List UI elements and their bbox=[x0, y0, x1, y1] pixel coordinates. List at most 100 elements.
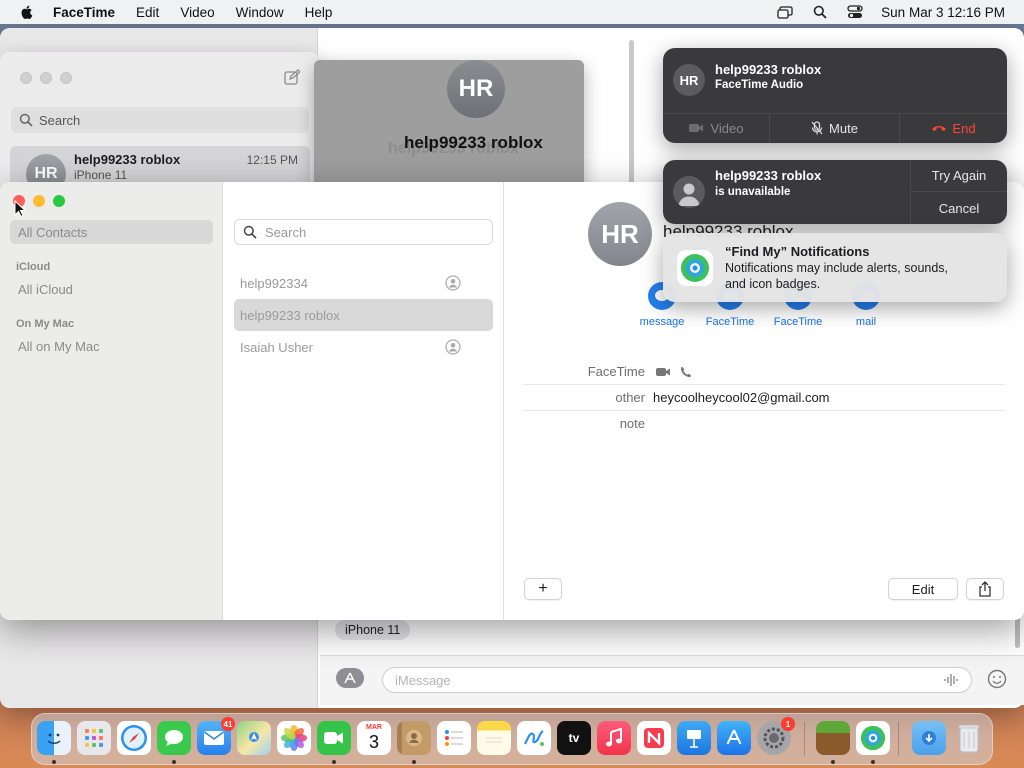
call-notification-title: help99233 roblox bbox=[715, 62, 822, 77]
cancel-button[interactable]: Cancel bbox=[910, 192, 1007, 224]
menu-edit[interactable]: Edit bbox=[136, 5, 159, 20]
menu-clock[interactable]: Sun Mar 3 12:16 PM bbox=[881, 5, 1005, 20]
contacts-sidebar: All Contacts iCloud All iCloud On My Mac… bbox=[0, 182, 223, 620]
freeform-icon[interactable] bbox=[517, 721, 551, 755]
calendar-month: MAR bbox=[366, 724, 382, 731]
audio-waveform-icon[interactable] bbox=[943, 673, 959, 687]
music-icon[interactable] bbox=[597, 721, 631, 755]
menu-window[interactable]: Window bbox=[236, 5, 284, 20]
find-my-icon[interactable] bbox=[856, 721, 890, 755]
share-icon bbox=[979, 581, 991, 597]
facetime-icon[interactable] bbox=[317, 721, 351, 755]
share-button[interactable] bbox=[966, 578, 1004, 600]
contact-row-selected[interactable]: help99233 roblox bbox=[234, 299, 493, 331]
messages-list-window: Search HR help99233 roblox 12:15 PM iPho… bbox=[0, 52, 320, 202]
finder-icon[interactable] bbox=[37, 721, 71, 755]
messages-search-field[interactable]: Search bbox=[11, 107, 309, 133]
window-close-button[interactable] bbox=[20, 72, 32, 84]
app-store-apps-button[interactable] bbox=[336, 668, 364, 688]
person-avatar bbox=[673, 176, 705, 208]
facetime-call-notification[interactable]: HR help99233 roblox FaceTime Audio Video… bbox=[663, 48, 1007, 143]
apple-menu-icon[interactable] bbox=[19, 4, 35, 20]
try-again-button[interactable]: Try Again bbox=[910, 160, 1007, 192]
safari-icon[interactable] bbox=[117, 721, 151, 755]
group-all-on-my-mac[interactable]: All on My Mac bbox=[18, 339, 100, 354]
messages-icon[interactable] bbox=[157, 721, 191, 755]
mail-action-label: mail bbox=[855, 316, 877, 328]
contact-row[interactable]: Isaiah Usher bbox=[234, 331, 493, 363]
dock: 41 MAR 3 tv 1 bbox=[31, 713, 993, 765]
running-indicator bbox=[172, 760, 176, 764]
screen-mirroring-icon[interactable] bbox=[776, 5, 794, 19]
unavailable-subtitle: is unavailable bbox=[715, 186, 791, 198]
notes-icon[interactable] bbox=[477, 721, 511, 755]
contacts-icon[interactable] bbox=[397, 721, 431, 755]
tv-label: tv bbox=[568, 731, 580, 745]
control-center-icon[interactable] bbox=[846, 5, 864, 19]
end-call-button[interactable]: End bbox=[900, 113, 1007, 143]
find-my-body-line2: and icon badges. bbox=[725, 277, 821, 291]
search-placeholder: Search bbox=[39, 112, 81, 128]
photos-icon[interactable] bbox=[277, 721, 311, 755]
minecraft-icon[interactable] bbox=[816, 721, 850, 755]
find-my-notification[interactable]: “Find My” Notifications Notifications ma… bbox=[663, 233, 1007, 302]
contact-row[interactable]: help992334 bbox=[234, 267, 493, 299]
email-field: other heycoolheycool02@gmail.com bbox=[523, 385, 1005, 411]
mute-button-label: Mute bbox=[829, 120, 858, 136]
person-icon bbox=[445, 275, 461, 291]
group-all-icloud[interactable]: All iCloud bbox=[18, 282, 73, 297]
video-button[interactable]: Video bbox=[663, 113, 770, 143]
service-label-bubble: iPhone 11 bbox=[335, 620, 411, 640]
window-minimize-button[interactable] bbox=[40, 72, 52, 84]
group-all-contacts-label: All Contacts bbox=[18, 225, 88, 240]
menu-app-name[interactable]: FaceTime bbox=[53, 5, 115, 20]
news-icon[interactable] bbox=[637, 721, 671, 755]
running-indicator bbox=[52, 760, 56, 764]
maps-icon[interactable] bbox=[237, 721, 271, 755]
find-my-app-icon bbox=[677, 250, 713, 286]
contact-name: help99233 roblox bbox=[240, 307, 340, 323]
phone-icon[interactable] bbox=[680, 366, 692, 378]
menu-help[interactable]: Help bbox=[305, 5, 333, 20]
launchpad-icon[interactable] bbox=[77, 721, 111, 755]
window-zoom-button[interactable] bbox=[53, 195, 65, 207]
video-button-label: Video bbox=[710, 120, 744, 136]
avatar: HR bbox=[673, 64, 705, 96]
microphone-muted-icon bbox=[811, 121, 823, 135]
email-field-label: other bbox=[615, 390, 645, 405]
calendar-icon[interactable]: MAR 3 bbox=[357, 721, 391, 755]
unavailable-notification[interactable]: help99233 roblox is unavailable Try Agai… bbox=[663, 160, 1007, 224]
reminders-icon[interactable] bbox=[437, 721, 471, 755]
find-my-body-line1: Notifications may include alerts, sounds… bbox=[725, 261, 949, 275]
menu-bar: FaceTime Edit Video Window Help Sun Mar … bbox=[0, 0, 1024, 24]
window-minimize-button[interactable] bbox=[33, 195, 45, 207]
trash-icon[interactable] bbox=[952, 721, 986, 755]
spotlight-search-icon[interactable] bbox=[811, 5, 829, 19]
window-resize-scrollbar[interactable] bbox=[629, 40, 634, 200]
mute-button[interactable]: Mute bbox=[770, 113, 900, 143]
facetime-field: FaceTime bbox=[523, 359, 1005, 385]
contacts-list: Search help992334 help99233 roblox Isaia… bbox=[224, 182, 504, 620]
video-camera-icon bbox=[689, 124, 704, 132]
apple-tv-icon[interactable]: tv bbox=[557, 721, 591, 755]
video-camera-icon[interactable] bbox=[655, 366, 671, 378]
app-store-icon[interactable] bbox=[717, 721, 751, 755]
downloads-folder-icon[interactable] bbox=[912, 721, 946, 755]
mail-badge: 41 bbox=[221, 717, 235, 731]
settings-badge: 1 bbox=[781, 717, 795, 731]
search-icon bbox=[19, 113, 33, 127]
contact-name: Isaiah Usher bbox=[240, 339, 313, 355]
emoji-icon[interactable] bbox=[987, 669, 1007, 689]
call-name: help99233 roblox bbox=[404, 133, 543, 152]
keynote-icon[interactable] bbox=[677, 721, 711, 755]
add-field-button[interactable]: + bbox=[524, 578, 562, 600]
compose-icon[interactable] bbox=[284, 69, 301, 88]
imessage-input[interactable]: iMessage bbox=[382, 667, 972, 693]
email-value[interactable]: heycoolheycool02@gmail.com bbox=[653, 390, 830, 405]
window-zoom-button[interactable] bbox=[60, 72, 72, 84]
edit-button[interactable]: Edit bbox=[888, 578, 958, 600]
find-my-title: “Find My” Notifications bbox=[725, 244, 870, 259]
imessage-placeholder: iMessage bbox=[395, 672, 451, 688]
menu-video[interactable]: Video bbox=[180, 5, 214, 20]
contacts-search-field[interactable]: Search bbox=[234, 219, 493, 245]
